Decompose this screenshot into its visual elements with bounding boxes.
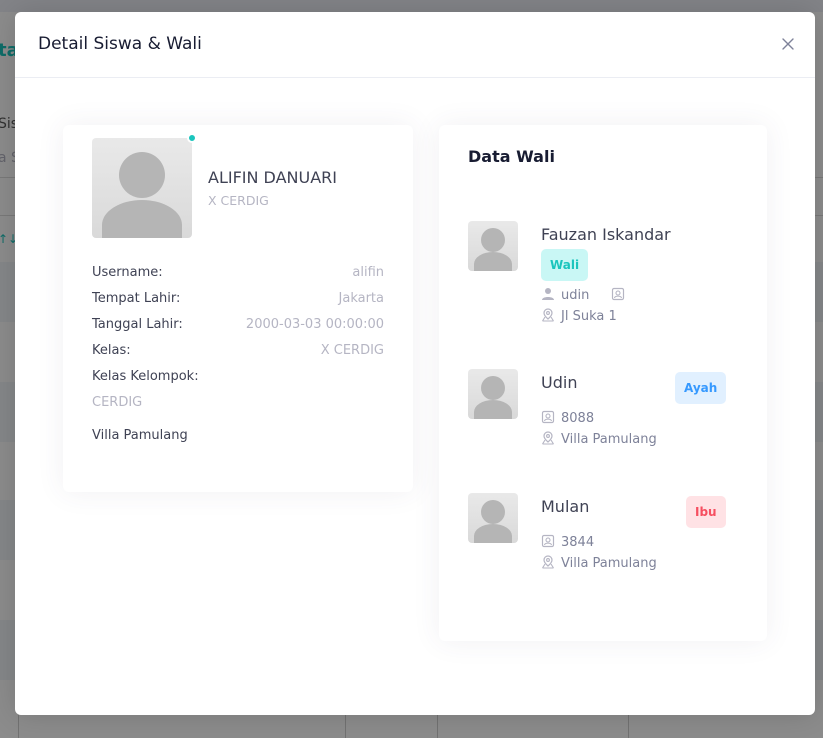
guardian-avatar (468, 221, 518, 271)
info-value-kelas-kelompok: CERDIG (92, 395, 143, 410)
info-value: X CERDIG (320, 343, 384, 358)
close-icon (779, 38, 797, 57)
modal-header: Detail Siswa & Wali (15, 12, 815, 78)
id-card-icon (541, 534, 555, 548)
wali-card: Data Wali Fauzan Iskandar Wali udin Jl S… (439, 125, 767, 641)
info-row-kelas: Kelas: X CERDIG (92, 343, 384, 363)
avatar-head (481, 500, 505, 524)
map-pin-icon (541, 555, 555, 569)
guardian-id: 3844 (561, 535, 595, 550)
guardian-name: Mulan (541, 497, 590, 516)
guardian-address-row: Jl Suka 1 (541, 308, 617, 326)
info-row-tanggal-lahir: Tanggal Lahir: 2000-03-03 00:00:00 (92, 317, 384, 337)
info-label: Kelas Kelompok: (92, 369, 199, 384)
info-label: Username: (92, 265, 163, 280)
guardian-id-row: 8088 (541, 410, 594, 428)
avatar-head (119, 152, 165, 198)
avatar-body (102, 200, 182, 238)
map-pin-icon (541, 431, 555, 445)
student-avatar (92, 138, 192, 238)
guardian-name: Fauzan Iskandar (541, 225, 671, 244)
guardian-username-row: udin (541, 287, 625, 305)
modal-title: Detail Siswa & Wali (38, 34, 202, 54)
student-name: ALIFIN DANUARI (208, 168, 337, 187)
guardian-address-row: Villa Pamulang (541, 431, 657, 449)
online-status-dot (187, 133, 197, 143)
guardian-item: Udin Ayah 8088 Villa Pamulang (468, 369, 738, 479)
guardian-address: Jl Suka 1 (561, 309, 617, 324)
guardian-id-row: 3844 (541, 534, 594, 552)
guardian-address: Villa Pamulang (561, 432, 657, 447)
detail-modal: Detail Siswa & Wali ALIFIN DANUARI X CER… (15, 12, 815, 715)
avatar-head (481, 376, 505, 400)
guardian-avatar (468, 369, 518, 419)
info-value: Jakarta (338, 291, 384, 306)
info-label: Tempat Lahir: (92, 291, 181, 306)
avatar-body (474, 524, 512, 543)
map-pin-icon (541, 308, 555, 322)
guardian-item: Mulan Ibu 3844 Villa Pamulang (468, 493, 738, 603)
student-class: X CERDIG (208, 193, 269, 208)
id-card-icon (611, 287, 625, 301)
guardian-address-row: Villa Pamulang (541, 555, 657, 573)
avatar-body (474, 400, 512, 419)
user-icon (541, 287, 555, 301)
info-value: alifin (352, 265, 384, 280)
guardian-avatar (468, 493, 518, 543)
guardian-role-badge: Wali (541, 249, 589, 281)
wali-section-title: Data Wali (468, 147, 555, 166)
guardian-name: Udin (541, 373, 578, 392)
avatar-body (474, 252, 512, 271)
id-card-icon (541, 410, 555, 424)
guardian-role-badge: Ayah (675, 372, 727, 404)
guardian-role-badge: Ibu (686, 496, 726, 528)
guardian-id: 8088 (561, 411, 595, 426)
student-address: Villa Pamulang (92, 428, 188, 443)
info-row-username: Username: alifin (92, 265, 384, 285)
guardian-item: Fauzan Iskandar Wali udin Jl Suka 1 (468, 221, 738, 331)
info-label: Tanggal Lahir: (92, 317, 183, 332)
guardian-address: Villa Pamulang (561, 556, 657, 571)
info-label: Kelas: (92, 343, 131, 358)
close-button[interactable] (779, 35, 797, 53)
avatar-head (481, 228, 505, 252)
info-row-kelas-kelompok: Kelas Kelompok: (92, 369, 384, 389)
info-value: 2000-03-03 00:00:00 (245, 317, 384, 332)
info-row-tempat-lahir: Tempat Lahir: Jakarta (92, 291, 384, 311)
guardian-username: udin (561, 288, 590, 303)
student-card: ALIFIN DANUARI X CERDIG Username: alifin… (63, 125, 413, 492)
